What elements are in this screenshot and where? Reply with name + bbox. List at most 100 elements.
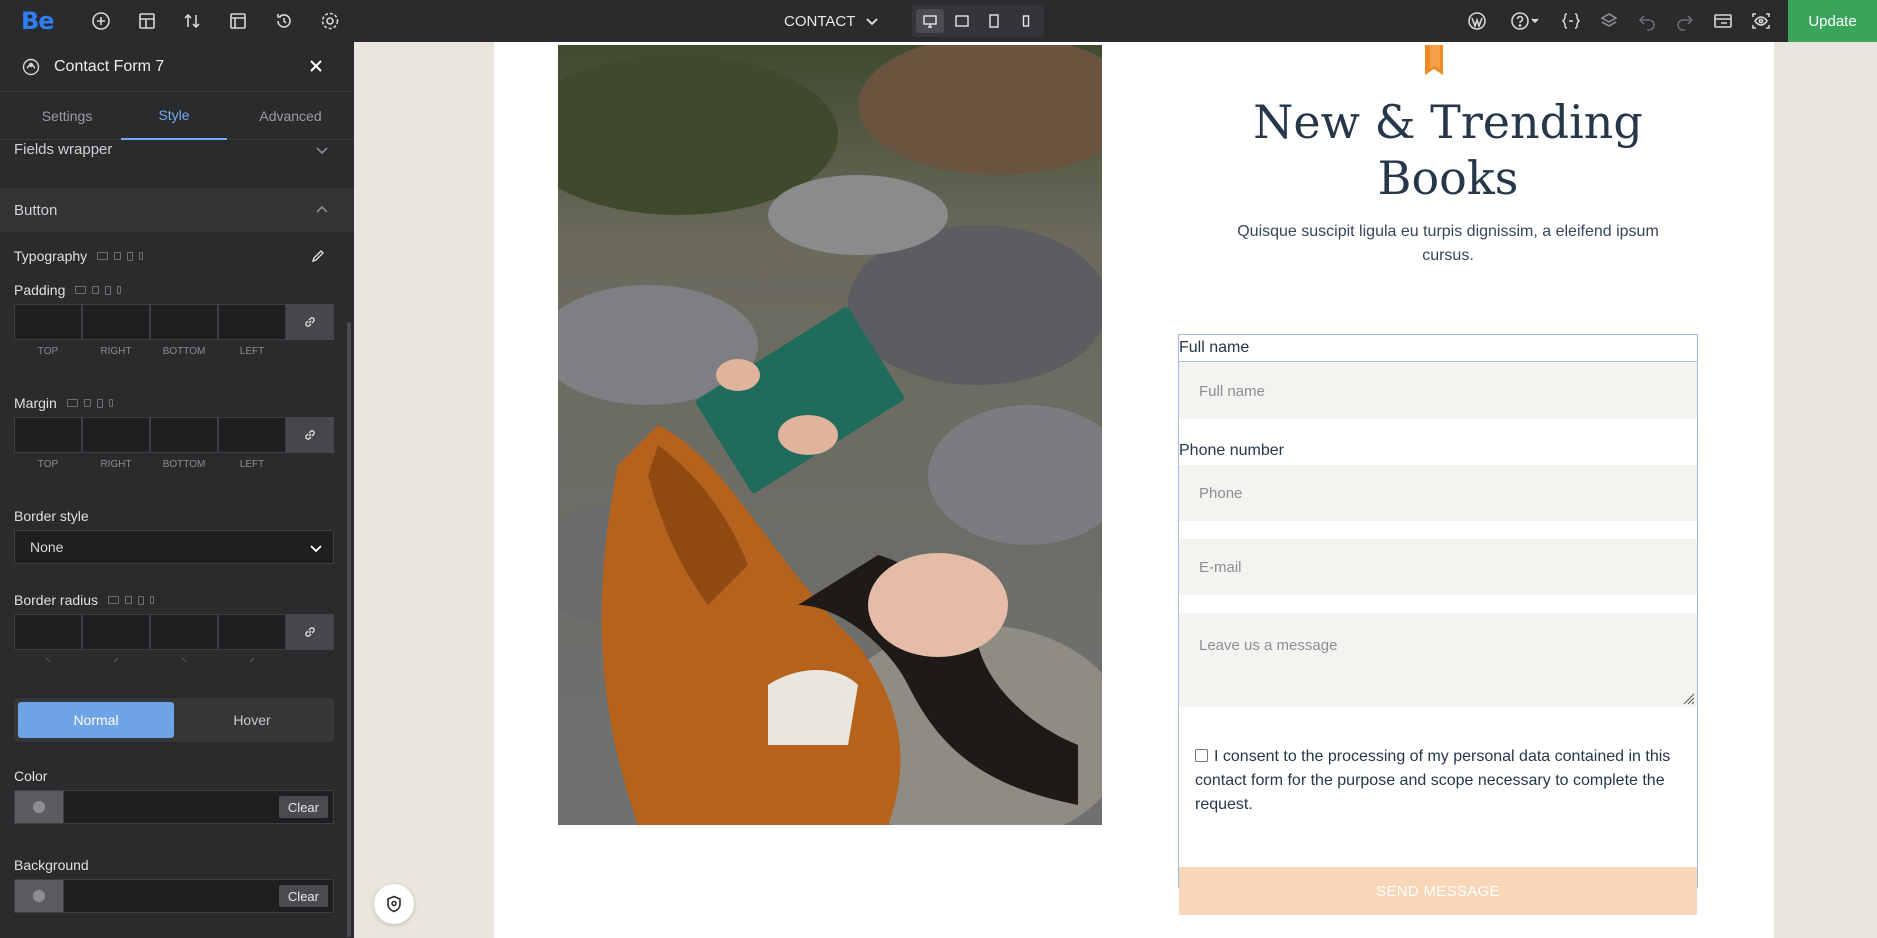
page-selector[interactable]: CONTACT bbox=[784, 8, 879, 34]
top-toolbar: Be CONTACT Update bbox=[0, 0, 1877, 42]
panel-title: Contact Form 7 bbox=[54, 57, 165, 75]
settings-icon[interactable] bbox=[319, 10, 341, 32]
sort-icon[interactable] bbox=[181, 10, 203, 32]
desktop-device-icon[interactable] bbox=[916, 9, 944, 33]
padding-row: Padding bbox=[14, 282, 122, 298]
side-label-left: LEFT bbox=[239, 459, 265, 470]
radius-top-left-input[interactable] bbox=[14, 614, 82, 650]
full-name-input[interactable]: Full name bbox=[1179, 363, 1697, 419]
tablet-portrait-icon[interactable] bbox=[980, 9, 1008, 33]
section-label: Fields wrapper bbox=[14, 140, 113, 158]
link-values-icon[interactable] bbox=[286, 417, 334, 453]
padding-inputs bbox=[14, 304, 334, 340]
redo-icon[interactable] bbox=[1674, 10, 1696, 32]
consent-checkbox[interactable] bbox=[1195, 749, 1208, 762]
responsive-device-icons[interactable] bbox=[108, 595, 155, 605]
padding-right-input[interactable] bbox=[82, 304, 150, 340]
border-radius-row: Border radius bbox=[14, 592, 155, 608]
side-label-right: RIGHT bbox=[100, 459, 132, 470]
close-icon[interactable] bbox=[306, 56, 326, 76]
side-label-right: RIGHT bbox=[100, 346, 132, 357]
phone-input[interactable]: Phone bbox=[1179, 465, 1697, 521]
border-style-label: Border style bbox=[14, 508, 89, 524]
padding-top-input[interactable] bbox=[14, 304, 82, 340]
side-label-bottom: BOTTOM bbox=[162, 346, 206, 357]
padding-bottom-input[interactable] bbox=[150, 304, 218, 340]
wordpress-icon[interactable] bbox=[1466, 10, 1488, 32]
template-icon[interactable] bbox=[227, 10, 249, 32]
border-radius-inputs bbox=[14, 614, 334, 650]
color-picker: Clear bbox=[14, 790, 334, 824]
typography-label: Typography bbox=[14, 248, 88, 264]
layers-icon[interactable] bbox=[1598, 10, 1620, 32]
side-label-top: TOP bbox=[37, 459, 59, 470]
link-values-icon[interactable] bbox=[286, 304, 334, 340]
state-hover-button[interactable]: Hover bbox=[174, 702, 330, 738]
border-radius-label: Border radius bbox=[14, 592, 99, 608]
shield-icon[interactable] bbox=[374, 884, 414, 924]
page-section: New & Trending Books Quisque suscipit li… bbox=[494, 42, 1774, 938]
corner-label: ⸌ bbox=[181, 657, 187, 668]
color-input[interactable]: Clear bbox=[64, 790, 334, 824]
style-panel: Contact Form 7 Settings Style Advanced F… bbox=[0, 42, 354, 938]
email-input[interactable]: E-mail bbox=[1179, 539, 1697, 595]
tablet-landscape-icon[interactable] bbox=[948, 9, 976, 33]
consent-text: I consent to the processing of my person… bbox=[1195, 748, 1671, 813]
state-normal-button[interactable]: Normal bbox=[18, 702, 174, 738]
tab-advanced[interactable]: Advanced bbox=[227, 92, 354, 140]
radius-bottom-left-input[interactable] bbox=[218, 614, 286, 650]
add-icon[interactable] bbox=[90, 10, 112, 32]
background-swatch[interactable] bbox=[14, 879, 64, 913]
side-label-top: TOP bbox=[37, 346, 59, 357]
history-icon[interactable] bbox=[273, 10, 295, 32]
responsive-device-icons[interactable] bbox=[66, 398, 113, 408]
color-swatch[interactable] bbox=[14, 790, 64, 824]
page-name: CONTACT bbox=[784, 12, 856, 30]
section-button[interactable]: Button bbox=[0, 188, 354, 232]
clear-color-button[interactable]: Clear bbox=[278, 796, 328, 818]
undo-icon[interactable] bbox=[1636, 10, 1658, 32]
border-style-select[interactable]: None bbox=[14, 530, 334, 564]
send-message-button[interactable]: SEND MESSAGE bbox=[1179, 867, 1697, 915]
clear-background-button[interactable]: Clear bbox=[278, 885, 328, 907]
resize-grip-icon[interactable] bbox=[1681, 691, 1695, 705]
background-input[interactable]: Clear bbox=[64, 879, 334, 913]
update-button[interactable]: Update bbox=[1788, 0, 1877, 42]
margin-top-input[interactable] bbox=[14, 417, 82, 453]
edit-typography-icon[interactable] bbox=[310, 248, 326, 264]
mobile-device-icon[interactable] bbox=[1012, 9, 1040, 33]
radius-bottom-right-input[interactable] bbox=[150, 614, 218, 650]
eye-settings-icon[interactable] bbox=[1750, 10, 1772, 32]
panel-scrollbar[interactable] bbox=[347, 322, 351, 937]
radius-top-right-input[interactable] bbox=[82, 614, 150, 650]
margin-bottom-input[interactable] bbox=[150, 417, 218, 453]
device-switcher bbox=[912, 5, 1044, 37]
tab-settings[interactable]: Settings bbox=[0, 92, 134, 140]
margin-right-input[interactable] bbox=[82, 417, 150, 453]
page-headline[interactable]: New & Trending Books bbox=[1194, 94, 1702, 206]
corner-label: ⸍ bbox=[249, 657, 255, 668]
help-icon[interactable] bbox=[1508, 10, 1542, 32]
preview-canvas: New & Trending Books Quisque suscipit li… bbox=[354, 42, 1877, 938]
phone-label: Phone number bbox=[1179, 442, 1284, 459]
custom-code-icon[interactable] bbox=[1560, 10, 1582, 32]
page-subline[interactable]: Quisque suscipit ligula eu turpis dignis… bbox=[1232, 220, 1664, 268]
responsive-device-icons[interactable] bbox=[97, 251, 144, 261]
typography-row: Typography bbox=[14, 248, 144, 264]
margin-inputs bbox=[14, 417, 334, 453]
side-label-bottom: BOTTOM bbox=[162, 459, 206, 470]
layout-icon[interactable] bbox=[136, 10, 158, 32]
panel-header: Contact Form 7 bbox=[0, 42, 354, 92]
background-picker: Clear bbox=[14, 879, 334, 913]
preview-icon[interactable] bbox=[1712, 10, 1734, 32]
link-values-icon[interactable] bbox=[286, 614, 334, 650]
corner-label: ⸌ bbox=[45, 657, 51, 668]
padding-left-input[interactable] bbox=[218, 304, 286, 340]
responsive-device-icons[interactable] bbox=[75, 285, 122, 295]
tab-style[interactable]: Style bbox=[121, 92, 227, 140]
betheme-logo[interactable]: Be bbox=[21, 7, 55, 35]
section-fields-wrapper[interactable]: Fields wrapper bbox=[0, 140, 354, 170]
message-textarea[interactable]: Leave us a message bbox=[1179, 613, 1697, 707]
margin-left-input[interactable] bbox=[218, 417, 286, 453]
contact-form[interactable]: Full name Full name Phone number Phone E… bbox=[1178, 334, 1698, 915]
